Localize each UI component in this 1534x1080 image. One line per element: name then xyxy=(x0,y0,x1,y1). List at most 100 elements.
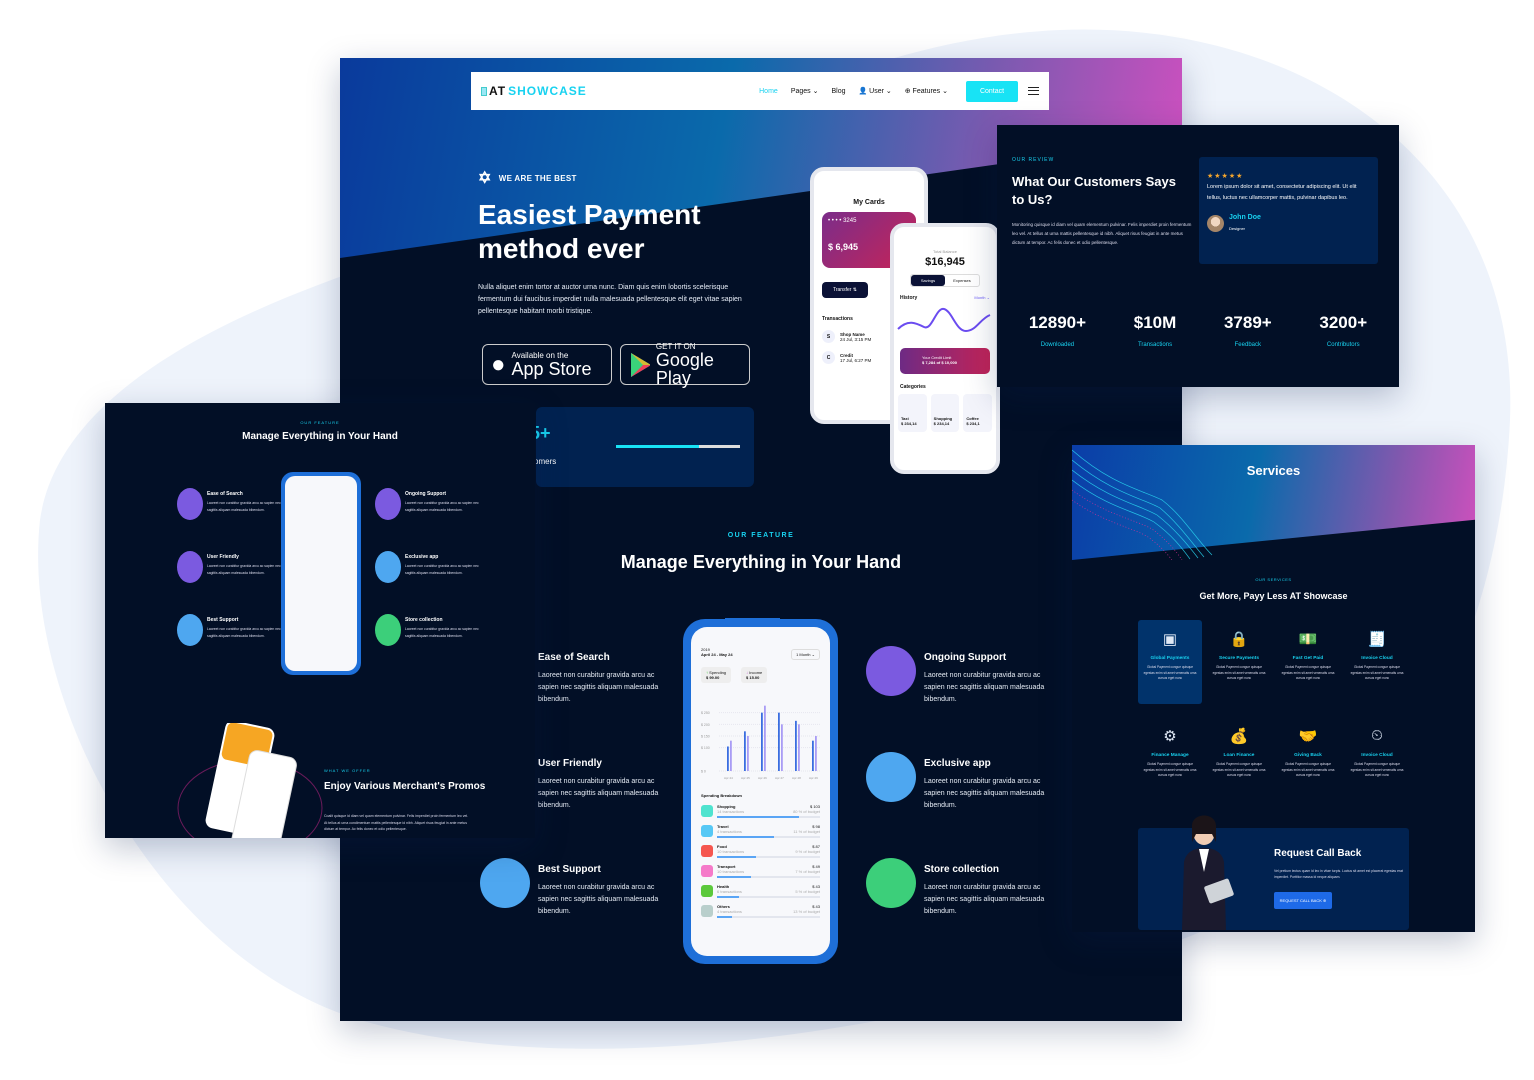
text-label: 5+ xyxy=(536,423,551,443)
service-icon: 🧾 xyxy=(1367,631,1387,648)
text-label: S xyxy=(822,330,835,343)
apple-icon: ● xyxy=(491,350,506,378)
text-label: Monitoring quisque id diam vel quam elem… xyxy=(1012,222,1192,245)
text-label: Total Balance xyxy=(932,249,957,254)
service-title: Fast Get Paid xyxy=(1292,656,1324,661)
service-card[interactable]: 💵 Fast Get Paid Global Payment congue quis… xyxy=(1276,620,1340,704)
bar xyxy=(761,712,763,771)
text-label: App Store xyxy=(511,359,592,379)
request-callback-card: Request Call Back Vel pretium lectus qua… xyxy=(1138,815,1409,930)
service-title: Global Payments xyxy=(1150,656,1190,661)
nav-home[interactable]: Home xyxy=(759,88,778,95)
navbar: AT SHOWCASE Home Pages ⌄ Blog 👤 User ⌄ ⊕ … xyxy=(471,72,1049,110)
stat-transactions: $10M Transactions xyxy=(1134,313,1177,351)
services-banner-title: Services xyxy=(1246,463,1301,478)
service-card[interactable]: 💰 Loan Finance Global Payment congue quisq… xyxy=(1207,717,1271,801)
x-tick-label: Apr 25 xyxy=(741,776,750,780)
text-label: John Doe xyxy=(1229,214,1261,221)
bar xyxy=(730,740,732,771)
service-card[interactable]: 🤝 Giving Back Global Payment congue quisqu… xyxy=(1276,717,1340,801)
logo[interactable]: AT SHOWCASE xyxy=(481,84,587,98)
text-label: Laoreet non curabitur gravida arcu ac sa… xyxy=(538,884,659,915)
stat-progress-bar xyxy=(616,445,740,448)
category-icon xyxy=(701,865,713,877)
text-label: $ 99.00 xyxy=(706,675,720,680)
service-card[interactable]: ▣ Global Payments Global Payment congue qu… xyxy=(1138,620,1202,704)
text-label: WE ARE THE BEST xyxy=(498,173,577,183)
nav-features[interactable]: ⊕ Features ⌄ xyxy=(905,87,948,95)
service-desc: Global Payment congue quisque egestas en… xyxy=(1281,762,1335,777)
budget-bar xyxy=(717,856,820,858)
chat-illustration-icon xyxy=(866,646,916,696)
mini-feature: Exclusive app Laoreet non curabitur gravi… xyxy=(375,551,480,583)
service-desc: Global Payment congue quisque egestas en… xyxy=(1212,762,1266,777)
bar xyxy=(812,740,814,771)
app-store-button[interactable]: ● Available on the App Store xyxy=(482,344,612,385)
category-card: Taxi $ 234,14 xyxy=(898,394,927,432)
nav-user[interactable]: 👤 User ⌄ xyxy=(859,87,892,95)
service-card[interactable]: ⏲ Invoice Cloud Global Payment congue quis… xyxy=(1345,717,1409,801)
breakdown-item: Transport $ 49 10 transactions 7 % of budg… xyxy=(701,864,820,878)
text-label: Vel pretium lectus quam id leo in vitae … xyxy=(1274,869,1403,879)
hero-lead: Nulla aliquet enim tortor at auctor urna… xyxy=(478,284,742,315)
x-tick-label: Apr 28 xyxy=(792,776,801,780)
text-label: 3789+ xyxy=(1223,313,1272,332)
review-title: What Our Customers Says to Us? xyxy=(1012,174,1176,207)
review-section-preview: OUR REVIEW What Our Customers Says to Us… xyxy=(997,125,1399,387)
service-desc: Global Payment congue quisque egestas en… xyxy=(1212,665,1266,680)
hamburger-menu-icon[interactable] xyxy=(1028,87,1039,95)
nav-blog[interactable]: Blog xyxy=(831,88,845,95)
text-label: Google Play xyxy=(655,350,714,388)
service-card[interactable]: 🔒 Secure Payments Global Payment congue qu… xyxy=(1207,620,1271,704)
support-agent-photo xyxy=(1182,815,1234,930)
history-line-chart xyxy=(897,308,991,333)
service-desc: Global Payment congue quisque egestas en… xyxy=(1350,665,1404,680)
text-label: WHAT WE OFFER xyxy=(324,768,371,773)
text-label: April 24 - May 24 xyxy=(701,652,733,657)
bar xyxy=(744,731,746,771)
bar xyxy=(764,705,766,771)
services-title: Get More, Payy Less AT Showcase xyxy=(1199,591,1348,601)
text-label: C xyxy=(822,351,835,364)
phone-mockup-balance: Total Balance $16,945 Savings Expenses His… xyxy=(890,223,1000,474)
text-label: Downloaded xyxy=(1040,342,1075,348)
stat-downloaded: 12890+ Downloaded xyxy=(1029,313,1086,351)
service-title: Finance Manage xyxy=(1151,753,1189,758)
star-badge-icon: ✡ xyxy=(478,170,492,187)
text-label: $ 234,14 xyxy=(933,421,950,426)
breakdown-item: Food $ 87 10 transactions 9 % of budget xyxy=(701,844,820,858)
service-title: Giving Back xyxy=(1294,753,1322,758)
budget-fill xyxy=(717,876,751,878)
avatar xyxy=(1207,215,1224,232)
text-label: Designer xyxy=(1229,226,1246,231)
budget-fill xyxy=(717,836,774,838)
text-label: Laoreet non curabitur gravida arcu ac sa… xyxy=(405,501,479,512)
service-card[interactable]: 🧾 Invoice Cloud Global Payment congue quis… xyxy=(1345,620,1409,704)
text-label: omers xyxy=(536,457,557,466)
budget-bar xyxy=(717,836,820,838)
budget-fill xyxy=(717,916,733,918)
text-label: Store collection xyxy=(405,617,443,623)
google-play-button[interactable]: GET IT ON Google Play xyxy=(620,342,750,388)
budget-bar xyxy=(717,816,820,818)
request-call-back-button[interactable]: REQUEST CALL BACK ⊕ xyxy=(1274,892,1332,909)
category-icon xyxy=(701,885,713,897)
mini-feature: Ease of Search Laoreet non curabitur grav… xyxy=(177,488,282,520)
service-card[interactable]: ⚙ Finance Manage Global Payment congue qui… xyxy=(1138,717,1202,801)
text-label: Feedback xyxy=(1234,342,1261,348)
service-title: Secure Payments xyxy=(1219,656,1259,661)
text-label: User Friendly xyxy=(207,554,239,560)
category-card: Coffee $ 234,1 xyxy=(963,394,993,432)
x-tick-label: Apr 29 xyxy=(809,776,818,780)
text-label: $10M xyxy=(1133,313,1177,332)
service-icon: 🤝 xyxy=(1298,728,1318,745)
nav-pages[interactable]: Pages ⌄ xyxy=(791,87,819,95)
text-label: Laoreet non curabitur gravida arcu ac sa… xyxy=(924,672,1045,703)
contact-button[interactable]: Contact xyxy=(966,80,1018,102)
y-tick-label: $ 150 xyxy=(701,735,710,739)
text-label: Spending Breakdown xyxy=(701,793,742,798)
y-tick-label: $ 100 xyxy=(701,746,710,750)
text-label: Transactions xyxy=(1137,342,1173,348)
hero-tag: ✡ WE ARE THE BEST xyxy=(478,168,577,188)
text-label: Lorem ipsum dolor sit amet, consectetur … xyxy=(1207,184,1357,201)
